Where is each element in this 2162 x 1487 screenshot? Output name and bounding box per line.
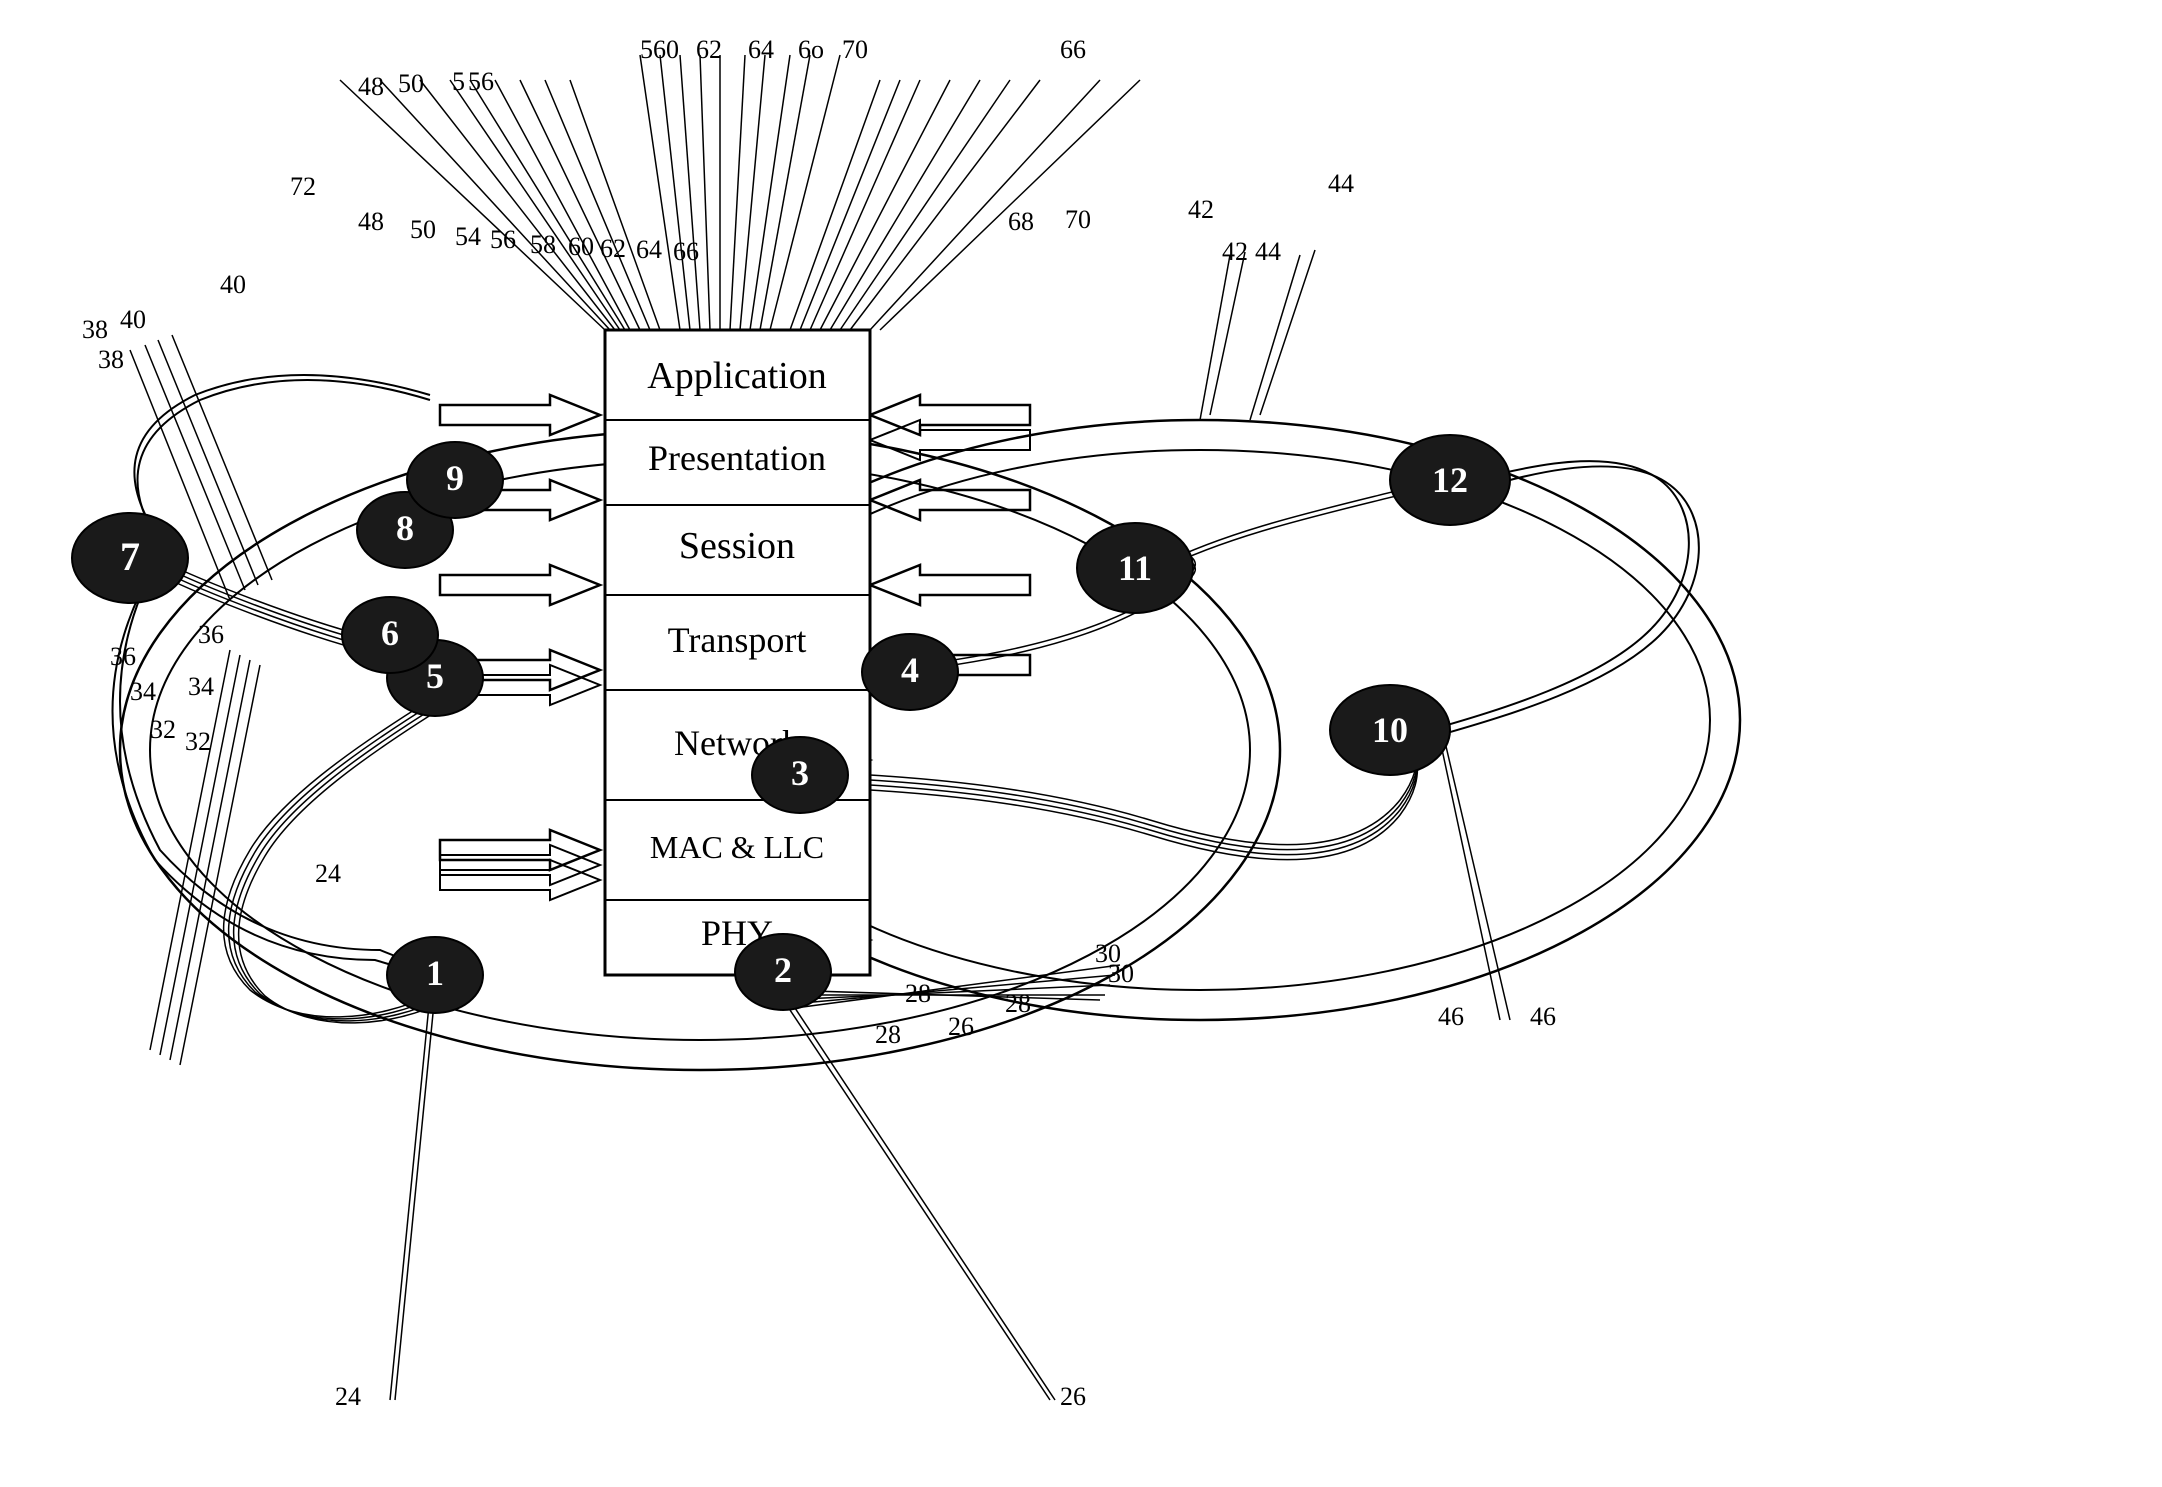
label-6o-t: 6o bbox=[798, 35, 824, 64]
mac-label: MAC & LLC bbox=[650, 829, 824, 865]
transport-label: Transport bbox=[668, 620, 807, 660]
label-58-m: 58 bbox=[530, 230, 556, 259]
label-62-t: 62 bbox=[696, 35, 722, 64]
label-42-rm: 42 bbox=[1222, 237, 1248, 266]
label-64-t: 64 bbox=[748, 35, 774, 64]
label-28c: 28 bbox=[905, 979, 931, 1008]
label-66-tr: 66 bbox=[1060, 35, 1086, 64]
label-26-mid: 26 bbox=[948, 1012, 974, 1041]
node-4-label: 4 bbox=[901, 650, 919, 690]
label-48-m: 48 bbox=[358, 207, 384, 236]
node-2-label: 2 bbox=[774, 950, 792, 990]
node-12-label: 12 bbox=[1432, 460, 1468, 500]
label-60-m: 60 bbox=[568, 232, 594, 261]
node-9-label: 9 bbox=[446, 458, 464, 498]
presentation-label: Presentation bbox=[648, 438, 826, 478]
node-8-label: 8 bbox=[396, 508, 414, 548]
node-5-label: 5 bbox=[426, 656, 444, 696]
label-36-llm: 36 bbox=[198, 620, 224, 649]
label-38-l: 38 bbox=[82, 315, 108, 344]
label-34-llm: 34 bbox=[188, 672, 214, 701]
label-24-top: 24 bbox=[315, 859, 341, 888]
label-34-ll: 34 bbox=[130, 677, 156, 706]
label-44-rm: 44 bbox=[1255, 237, 1281, 266]
label-54-m: 54 bbox=[455, 222, 481, 251]
diagram-svg: Application Presentation Session Transpo… bbox=[0, 0, 2162, 1487]
label-50-t: 50 bbox=[398, 69, 424, 98]
label-26-bot: 26 bbox=[1060, 1382, 1086, 1411]
label-32-ll: 32 bbox=[150, 715, 176, 744]
label-46a: 46 bbox=[1438, 1002, 1464, 1031]
label-38-lm: 38 bbox=[98, 345, 124, 374]
label-66-m: 66 bbox=[673, 237, 699, 266]
label-40-l: 40 bbox=[120, 305, 146, 334]
label-36-ll: 36 bbox=[110, 642, 136, 671]
node-3-label: 3 bbox=[791, 753, 809, 793]
application-label: Application bbox=[647, 355, 826, 397]
session-label: Session bbox=[679, 525, 795, 567]
label-64-m: 64 bbox=[636, 235, 662, 264]
label-68-m: 68 bbox=[1008, 207, 1034, 236]
label-56-t: 56 bbox=[468, 67, 494, 96]
label-72-tl: 72 bbox=[290, 172, 316, 201]
label-28a: 28 bbox=[875, 1020, 901, 1049]
node-1-label: 1 bbox=[426, 953, 444, 993]
label-50-m: 50 bbox=[410, 215, 436, 244]
node-11-label: 11 bbox=[1118, 548, 1152, 588]
label-48-t: 48 bbox=[358, 72, 384, 101]
label-42-r: 42 bbox=[1188, 195, 1214, 224]
label-62-m: 62 bbox=[600, 234, 626, 263]
label-560-t: 560 bbox=[640, 35, 679, 64]
label-46b: 46 bbox=[1530, 1002, 1556, 1031]
label-28b: 28 bbox=[1005, 989, 1031, 1018]
label-56-m: 56 bbox=[490, 225, 516, 254]
label-70-t: 70 bbox=[842, 35, 868, 64]
label-30b: 30 bbox=[1095, 939, 1121, 968]
node-6-label: 6 bbox=[381, 613, 399, 653]
label-70-m: 70 bbox=[1065, 205, 1091, 234]
label-44-r: 44 bbox=[1328, 169, 1354, 198]
label-24-bot: 24 bbox=[335, 1382, 361, 1411]
label-5t: 5 bbox=[452, 67, 465, 96]
label-40-lm: 40 bbox=[220, 270, 246, 299]
node-7-label: 7 bbox=[120, 534, 140, 579]
label-32-llm: 32 bbox=[185, 727, 211, 756]
node-10-label: 10 bbox=[1372, 710, 1408, 750]
